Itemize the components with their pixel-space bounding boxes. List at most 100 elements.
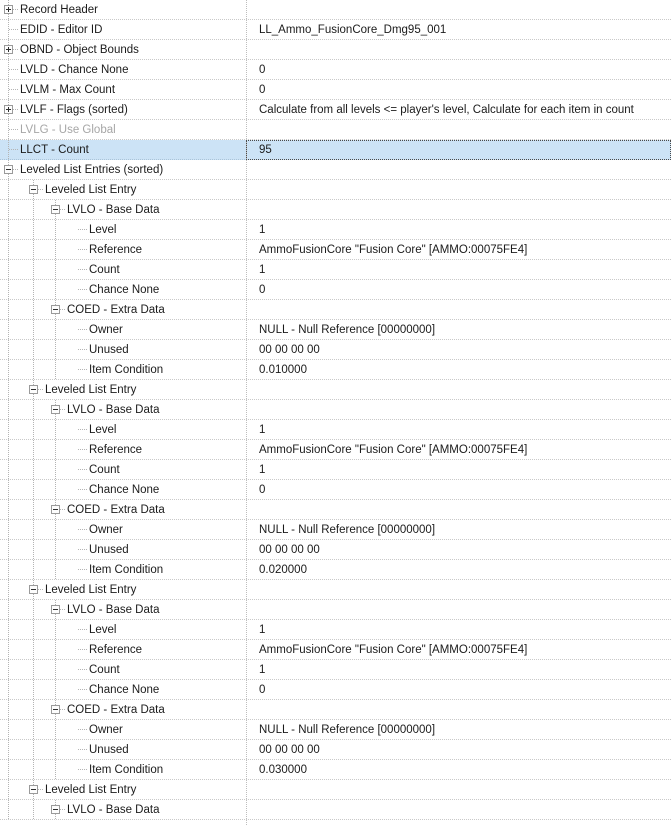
tree-row-name-cell[interactable]: Unused: [0, 540, 246, 560]
tree-row-name-cell[interactable]: Owner: [0, 320, 246, 340]
tree-row[interactable]: COED - Extra Data: [0, 700, 671, 720]
tree-row-name-cell[interactable]: LVLO - Base Data: [0, 800, 246, 820]
tree-row-name-cell[interactable]: COED - Extra Data: [0, 500, 246, 520]
tree-row-value-cell[interactable]: NULL - Null Reference [00000000]: [246, 520, 671, 540]
tree-row[interactable]: Item Condition 0.010000: [0, 360, 671, 380]
tree-row-name-cell[interactable]: Count: [0, 660, 246, 680]
tree-row-value-cell[interactable]: [246, 580, 671, 600]
collapse-toggle-icon[interactable]: [29, 585, 38, 594]
tree-row-value-cell[interactable]: 0: [246, 60, 671, 80]
tree-row-value-cell[interactable]: [246, 700, 671, 720]
tree-row-value-cell[interactable]: 1: [246, 420, 671, 440]
tree-row-value-cell[interactable]: [246, 780, 671, 800]
tree-row-value-cell[interactable]: 00 00 00 00: [246, 340, 671, 360]
tree-row-name-cell[interactable]: Leveled List Entries (sorted): [0, 160, 246, 180]
tree-row[interactable]: Leveled List Entry: [0, 180, 671, 200]
tree-row[interactable]: Unused 00 00 00 00: [0, 740, 671, 760]
tree-row-name-cell[interactable]: LVLO - Base Data: [0, 600, 246, 620]
tree-row-name-cell[interactable]: Chance None: [0, 280, 246, 300]
tree-row[interactable]: LVLO - Base Data: [0, 400, 671, 420]
tree-row[interactable]: Leveled List Entry: [0, 580, 671, 600]
tree-row-value-cell[interactable]: 0: [246, 280, 671, 300]
tree-row-name-cell[interactable]: Leveled List Entry: [0, 180, 246, 200]
collapse-toggle-icon[interactable]: [51, 805, 60, 814]
tree-row[interactable]: Unused 00 00 00 00: [0, 340, 671, 360]
tree-row-name-cell[interactable]: Item Condition: [0, 360, 246, 380]
tree-row[interactable]: Level 1: [0, 220, 671, 240]
tree-row-name-cell[interactable]: Level: [0, 620, 246, 640]
collapse-toggle-icon[interactable]: [4, 165, 13, 174]
tree-row[interactable]: Reference AmmoFusionCore "Fusion Core" [A…: [0, 640, 671, 660]
tree-row[interactable]: LVLF - Flags (sorted) Calculate from all …: [0, 100, 671, 120]
tree-row-name-cell[interactable]: Reference: [0, 440, 246, 460]
tree-row-value-cell[interactable]: [246, 300, 671, 320]
expand-toggle-icon[interactable]: [4, 105, 13, 114]
tree-row-value-cell[interactable]: 0: [246, 80, 671, 100]
collapse-toggle-icon[interactable]: [51, 205, 60, 214]
tree-row-value-cell[interactable]: 00 00 00 00: [246, 540, 671, 560]
tree-row[interactable]: Chance None 0: [0, 280, 671, 300]
collapse-toggle-icon[interactable]: [51, 505, 60, 514]
tree-row[interactable]: COED - Extra Data: [0, 300, 671, 320]
tree-row-name-cell[interactable]: Item Condition: [0, 560, 246, 580]
tree-row-value-cell[interactable]: AmmoFusionCore "Fusion Core" [AMMO:00075…: [246, 440, 671, 460]
tree-row-name-cell[interactable]: Leveled List Entry: [0, 380, 246, 400]
tree-row[interactable]: EDID - Editor ID LL_Ammo_FusionCore_Dmg95…: [0, 20, 671, 40]
tree-row-name-cell[interactable]: Chance None: [0, 680, 246, 700]
tree-row[interactable]: LVLG - Use Global: [0, 120, 671, 140]
collapse-toggle-icon[interactable]: [51, 405, 60, 414]
tree-row-name-cell[interactable]: LVLG - Use Global: [0, 120, 246, 140]
record-view-tree[interactable]: Record Header EDID - Editor ID LL_Ammo_Fus…: [0, 0, 671, 825]
tree-row-value-cell[interactable]: AmmoFusionCore "Fusion Core" [AMMO:00075…: [246, 640, 671, 660]
tree-row-value-cell[interactable]: [246, 120, 671, 140]
tree-row[interactable]: Chance None 0: [0, 680, 671, 700]
tree-row-name-cell[interactable]: LVLF - Flags (sorted): [0, 100, 246, 120]
collapse-toggle-icon[interactable]: [29, 385, 38, 394]
tree-row-value-cell[interactable]: [246, 800, 671, 820]
expand-toggle-icon[interactable]: [4, 45, 13, 54]
tree-row-value-cell[interactable]: 0: [246, 680, 671, 700]
tree-row-name-cell[interactable]: OBND - Object Bounds: [0, 40, 246, 60]
expand-toggle-icon[interactable]: [4, 5, 13, 14]
tree-row[interactable]: Count 1: [0, 460, 671, 480]
tree-row-value-cell[interactable]: 1: [246, 660, 671, 680]
tree-row[interactable]: Level 1: [0, 620, 671, 640]
tree-row-value-cell[interactable]: [246, 180, 671, 200]
tree-row-value-cell[interactable]: 1: [246, 620, 671, 640]
tree-row[interactable]: Reference AmmoFusionCore "Fusion Core" [A…: [0, 440, 671, 460]
tree-row[interactable]: Item Condition 0.030000: [0, 760, 671, 780]
tree-row[interactable]: LVLM - Max Count 0: [0, 80, 671, 100]
tree-row-value-cell[interactable]: 0.030000: [246, 760, 671, 780]
tree-row-value-cell[interactable]: [246, 500, 671, 520]
tree-row[interactable]: Leveled List Entry: [0, 780, 671, 800]
tree-row-value-cell[interactable]: 1: [246, 460, 671, 480]
tree-row-value-cell[interactable]: [246, 160, 671, 180]
tree-row-name-cell[interactable]: EDID - Editor ID: [0, 20, 246, 40]
tree-row-value-cell[interactable]: [246, 40, 671, 60]
tree-row[interactable]: Count 1: [0, 260, 671, 280]
tree-row-name-cell[interactable]: LVLD - Chance None: [0, 60, 246, 80]
tree-row-value-cell[interactable]: Calculate from all levels <= player's le…: [246, 100, 671, 120]
tree-row-value-cell[interactable]: 1: [246, 220, 671, 240]
tree-row[interactable]: OBND - Object Bounds: [0, 40, 671, 60]
tree-row[interactable]: Reference AmmoFusionCore "Fusion Core" [A…: [0, 240, 671, 260]
collapse-toggle-icon[interactable]: [51, 705, 60, 714]
tree-row[interactable]: LLCT - Count 95: [0, 140, 671, 160]
tree-row-name-cell[interactable]: LVLO - Base Data: [0, 200, 246, 220]
tree-row-name-cell[interactable]: Level: [0, 220, 246, 240]
tree-row-name-cell[interactable]: COED - Extra Data: [0, 700, 246, 720]
tree-row-value-cell[interactable]: 95: [246, 140, 671, 160]
tree-row-value-cell[interactable]: [246, 0, 671, 20]
collapse-toggle-icon[interactable]: [29, 785, 38, 794]
tree-row-value-cell[interactable]: 1: [246, 260, 671, 280]
tree-row[interactable]: Count 1: [0, 660, 671, 680]
tree-row-name-cell[interactable]: Owner: [0, 520, 246, 540]
tree-row-name-cell[interactable]: Owner: [0, 720, 246, 740]
tree-row-name-cell[interactable]: LVLO - Base Data: [0, 400, 246, 420]
tree-row-name-cell[interactable]: Reference: [0, 640, 246, 660]
collapse-toggle-icon[interactable]: [51, 305, 60, 314]
tree-row-name-cell[interactable]: LLCT - Count: [0, 140, 246, 160]
tree-row[interactable]: Item Condition 0.020000: [0, 560, 671, 580]
tree-row-value-cell[interactable]: LL_Ammo_FusionCore_Dmg95_001: [246, 20, 671, 40]
tree-row-name-cell[interactable]: Chance None: [0, 480, 246, 500]
